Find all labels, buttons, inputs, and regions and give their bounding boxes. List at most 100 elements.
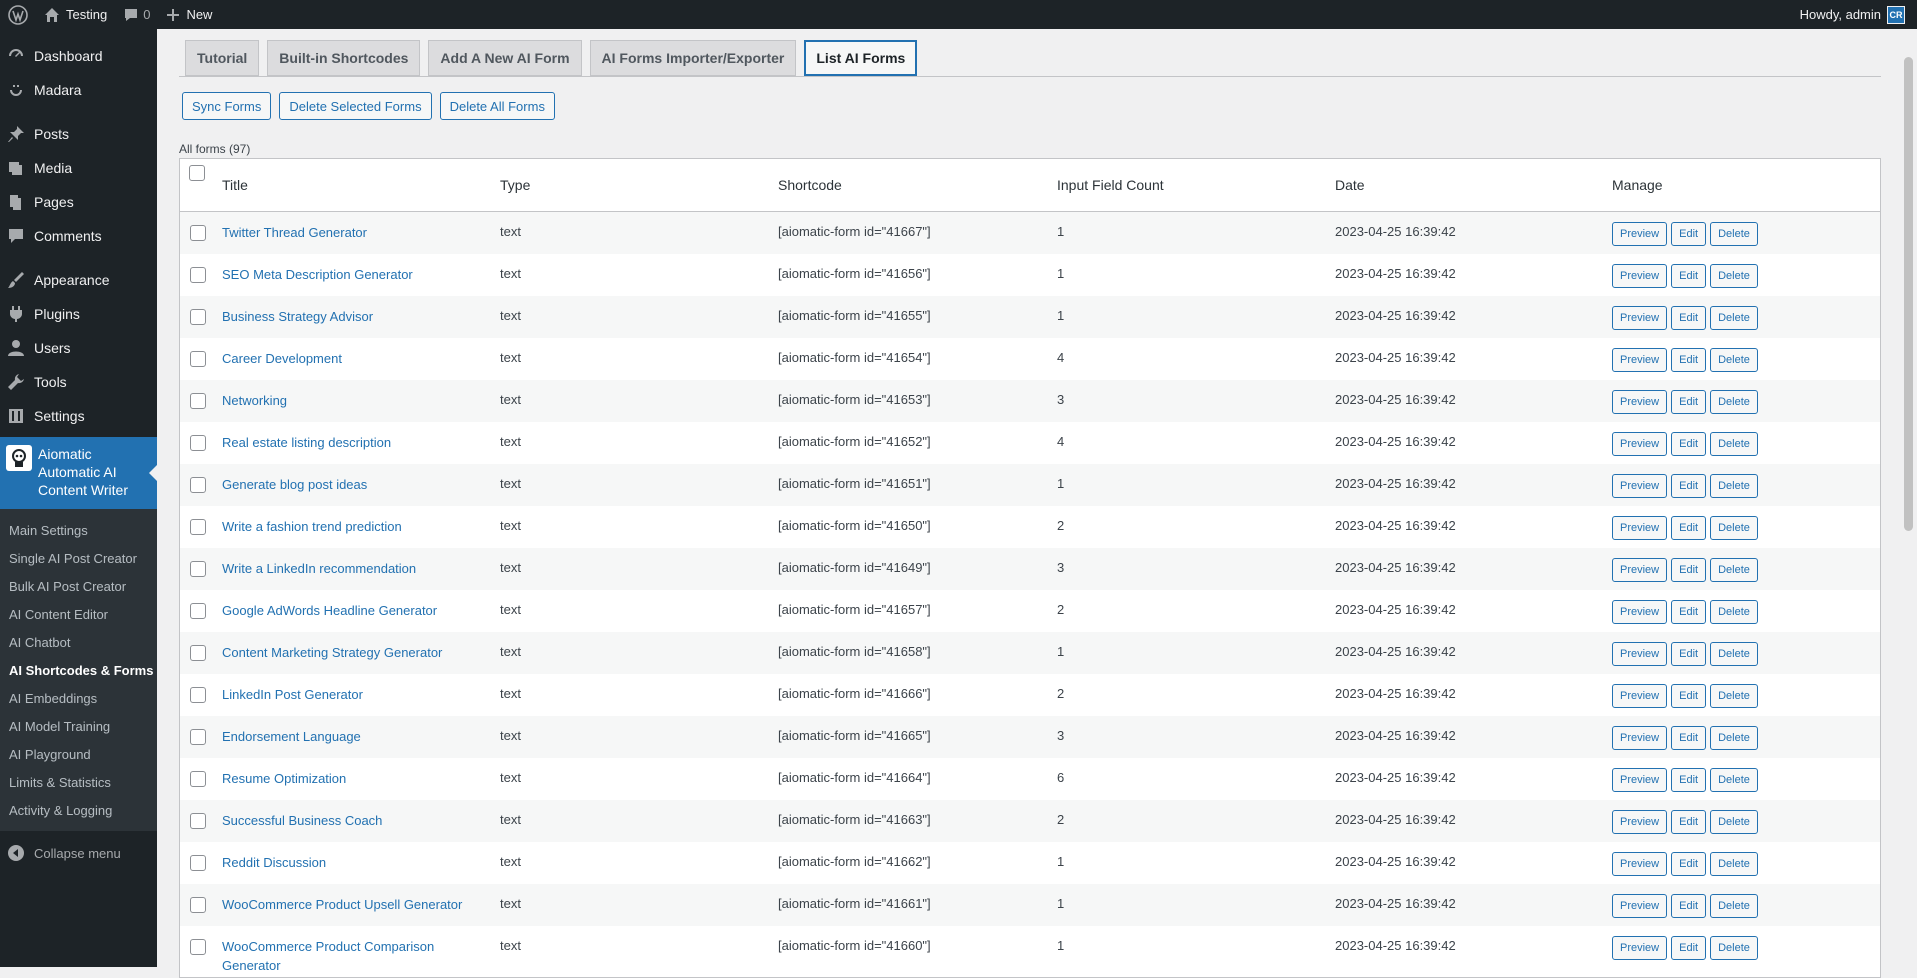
preview-button[interactable]: Preview (1612, 222, 1668, 246)
form-title-link[interactable]: Resume Optimization (222, 771, 346, 786)
scrollbar-thumb[interactable] (1904, 57, 1913, 531)
sidebar-item-users[interactable]: Users (0, 331, 157, 365)
delete-button[interactable]: Delete (1710, 810, 1758, 834)
edit-button[interactable]: Edit (1671, 642, 1707, 666)
row-checkbox[interactable] (190, 477, 206, 493)
sync-forms-button[interactable]: Sync Forms (182, 92, 272, 120)
edit-button[interactable]: Edit (1671, 894, 1707, 918)
form-title-link[interactable]: Content Marketing Strategy Generator (222, 645, 442, 660)
edit-button[interactable]: Edit (1671, 516, 1707, 540)
delete-button[interactable]: Delete (1710, 852, 1758, 876)
sidebar-item-madara[interactable]: Madara (0, 73, 157, 107)
delete-button[interactable]: Delete (1710, 558, 1758, 582)
form-title-link[interactable]: Networking (222, 393, 287, 408)
preview-button[interactable]: Preview (1612, 432, 1668, 456)
tab-tutorial[interactable]: Tutorial (185, 40, 260, 76)
row-checkbox[interactable] (190, 603, 206, 619)
row-checkbox[interactable] (190, 351, 206, 367)
delete-button[interactable]: Delete (1710, 474, 1758, 498)
delete-button[interactable]: Delete (1710, 264, 1758, 288)
site-name-link[interactable]: Testing (36, 0, 115, 29)
delete-button[interactable]: Delete (1710, 936, 1758, 960)
form-title-link[interactable]: SEO Meta Description Generator (222, 267, 413, 282)
sidebar-item-appearance[interactable]: Appearance (0, 263, 157, 297)
submenu-main-settings[interactable]: Main Settings (0, 517, 157, 545)
sidebar-item-pages[interactable]: Pages (0, 185, 157, 219)
tab-ai-forms-importer-exporter[interactable]: AI Forms Importer/Exporter (589, 40, 797, 76)
account-menu[interactable]: Howdy, admin CR (1792, 0, 1917, 29)
form-title-link[interactable]: WooCommerce Product Upsell Generator (222, 897, 462, 912)
delete-button[interactable]: Delete (1710, 600, 1758, 624)
delete-button[interactable]: Delete (1710, 726, 1758, 750)
edit-button[interactable]: Edit (1671, 726, 1707, 750)
new-content-link[interactable]: New (158, 0, 220, 29)
row-checkbox[interactable] (190, 267, 206, 283)
sidebar-item-comments[interactable]: Comments (0, 219, 157, 253)
edit-button[interactable]: Edit (1671, 558, 1707, 582)
preview-button[interactable]: Preview (1612, 348, 1668, 372)
delete-button[interactable]: Delete (1710, 222, 1758, 246)
submenu-ai-playground[interactable]: AI Playground (0, 741, 157, 769)
row-checkbox[interactable] (190, 771, 206, 787)
edit-button[interactable]: Edit (1671, 810, 1707, 834)
form-title-link[interactable]: Reddit Discussion (222, 855, 326, 870)
row-checkbox[interactable] (190, 729, 206, 745)
delete-selected-forms-button[interactable]: Delete Selected Forms (279, 92, 432, 120)
sidebar-item-settings[interactable]: Settings (0, 399, 157, 433)
delete-all-forms-button[interactable]: Delete All Forms (439, 92, 555, 120)
delete-button[interactable]: Delete (1710, 768, 1758, 792)
edit-button[interactable]: Edit (1671, 684, 1707, 708)
delete-button[interactable]: Delete (1710, 684, 1758, 708)
preview-button[interactable]: Preview (1612, 768, 1668, 792)
row-checkbox[interactable] (190, 813, 206, 829)
form-title-link[interactable]: WooCommerce Product Comparison Generator (222, 939, 434, 973)
form-title-link[interactable]: Generate blog post ideas (222, 477, 367, 492)
edit-button[interactable]: Edit (1671, 264, 1707, 288)
form-title-link[interactable]: Write a fashion trend prediction (222, 519, 402, 534)
sidebar-item-plugins[interactable]: Plugins (0, 297, 157, 331)
row-checkbox[interactable] (190, 435, 206, 451)
row-checkbox[interactable] (190, 687, 206, 703)
row-checkbox[interactable] (190, 519, 206, 535)
submenu-ai-embeddings[interactable]: AI Embeddings (0, 685, 157, 713)
tab-add-new-ai-form[interactable]: Add A New AI Form (428, 40, 582, 76)
sidebar-item-posts[interactable]: Posts (0, 117, 157, 151)
delete-button[interactable]: Delete (1710, 642, 1758, 666)
preview-button[interactable]: Preview (1612, 726, 1668, 750)
preview-button[interactable]: Preview (1612, 642, 1668, 666)
edit-button[interactable]: Edit (1671, 222, 1707, 246)
preview-button[interactable]: Preview (1612, 894, 1668, 918)
preview-button[interactable]: Preview (1612, 516, 1668, 540)
submenu-ai-chatbot[interactable]: AI Chatbot (0, 629, 157, 657)
preview-button[interactable]: Preview (1612, 600, 1668, 624)
form-title-link[interactable]: Business Strategy Advisor (222, 309, 373, 324)
preview-button[interactable]: Preview (1612, 936, 1668, 960)
edit-button[interactable]: Edit (1671, 390, 1707, 414)
sidebar-item-media[interactable]: Media (0, 151, 157, 185)
submenu-ai-shortcodes-forms[interactable]: AI Shortcodes & Forms (0, 657, 157, 685)
edit-button[interactable]: Edit (1671, 474, 1707, 498)
delete-button[interactable]: Delete (1710, 432, 1758, 456)
edit-button[interactable]: Edit (1671, 432, 1707, 456)
submenu-bulk-ai-post-creator[interactable]: Bulk AI Post Creator (0, 573, 157, 601)
delete-button[interactable]: Delete (1710, 306, 1758, 330)
sidebar-item-tools[interactable]: Tools (0, 365, 157, 399)
preview-button[interactable]: Preview (1612, 684, 1668, 708)
select-all-checkbox[interactable] (189, 165, 205, 181)
delete-button[interactable]: Delete (1710, 390, 1758, 414)
edit-button[interactable]: Edit (1671, 306, 1707, 330)
form-title-link[interactable]: LinkedIn Post Generator (222, 687, 363, 702)
form-title-link[interactable]: Endorsement Language (222, 729, 361, 744)
row-checkbox[interactable] (190, 393, 206, 409)
row-checkbox[interactable] (190, 897, 206, 913)
edit-button[interactable]: Edit (1671, 348, 1707, 372)
edit-button[interactable]: Edit (1671, 852, 1707, 876)
form-title-link[interactable]: Write a LinkedIn recommendation (222, 561, 416, 576)
submenu-limits-statistics[interactable]: Limits & Statistics (0, 769, 157, 797)
preview-button[interactable]: Preview (1612, 264, 1668, 288)
row-checkbox[interactable] (190, 855, 206, 871)
submenu-activity-logging[interactable]: Activity & Logging (0, 797, 157, 825)
preview-button[interactable]: Preview (1612, 390, 1668, 414)
collapse-menu-button[interactable]: Collapse menu (0, 835, 157, 871)
submenu-ai-content-editor[interactable]: AI Content Editor (0, 601, 157, 629)
